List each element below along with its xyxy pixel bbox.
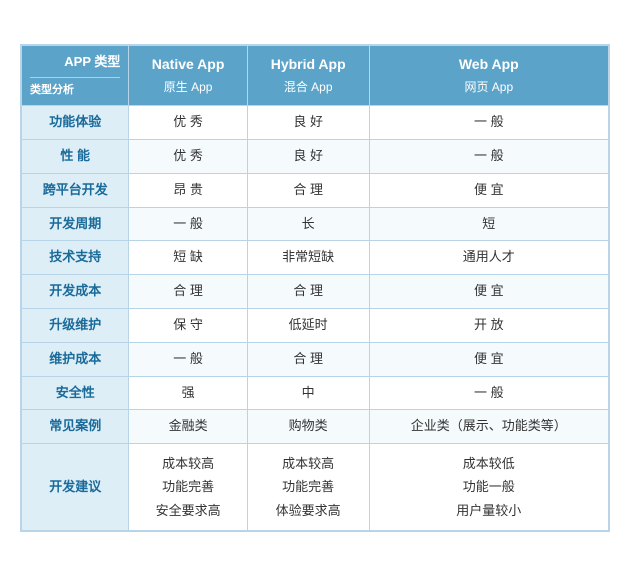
data-cell: 强 (129, 376, 247, 410)
col-header-web: Web App 网页 App (369, 45, 608, 105)
comparison-table: APP 类型 类型分析 Native App 原生 App Hybrid App 混… (20, 44, 610, 533)
data-cell: 非常短缺 (247, 241, 369, 275)
cell-line: 成本较高 (252, 452, 365, 475)
data-cell: 一 般 (129, 207, 247, 241)
table-row: 技术支持短 缺非常短缺通用人才 (22, 241, 609, 275)
data-cell: 购物类 (247, 410, 369, 444)
row-label: 维护成本 (22, 342, 129, 376)
data-cell: 优 秀 (129, 139, 247, 173)
table-row: 维护成本一 般合 理便 宜 (22, 342, 609, 376)
data-cell: 一 般 (369, 106, 608, 140)
col-header-hybrid: Hybrid App 混合 App (247, 45, 369, 105)
row-label: 开发周期 (22, 207, 129, 241)
data-cell: 短 缺 (129, 241, 247, 275)
data-cell: 企业类（展示、功能类等） (369, 410, 608, 444)
header-row: APP 类型 类型分析 Native App 原生 App Hybrid App 混… (22, 45, 609, 105)
table-row: 常见案例金融类购物类企业类（展示、功能类等） (22, 410, 609, 444)
data-cell: 合 理 (247, 342, 369, 376)
row-label: 开发建议 (22, 444, 129, 531)
data-cell: 一 般 (369, 139, 608, 173)
cell-line: 功能一般 (374, 475, 604, 498)
table-row: 升级维护保 守低延时开 放 (22, 308, 609, 342)
row-label: 技术支持 (22, 241, 129, 275)
cell-line: 功能完善 (133, 475, 242, 498)
row-label: 升级维护 (22, 308, 129, 342)
data-cell: 开 放 (369, 308, 608, 342)
col-header-main-0: Native App (152, 56, 225, 72)
col-header-native: Native App 原生 App (129, 45, 247, 105)
data-cell: 中 (247, 376, 369, 410)
table-row: 跨平台开发昂 贵合 理便 宜 (22, 173, 609, 207)
table-row: 开发周期一 般长短 (22, 207, 609, 241)
table-row: 性 能优 秀良 好一 般 (22, 139, 609, 173)
data-cell: 良 好 (247, 139, 369, 173)
data-cell: 金融类 (129, 410, 247, 444)
table-row: 开发成本合 理合 理便 宜 (22, 275, 609, 309)
col-header-main-2: Web App (459, 56, 519, 72)
data-cell: 长 (247, 207, 369, 241)
table-row: 开发建议成本较高功能完善安全要求高成本较高功能完善体验要求高成本较低功能一般用户… (22, 444, 609, 531)
corner-top-text: APP 类型 (30, 52, 120, 73)
data-cell: 良 好 (247, 106, 369, 140)
cell-line: 安全要求高 (133, 499, 242, 522)
data-cell: 昂 贵 (129, 173, 247, 207)
row-label: 安全性 (22, 376, 129, 410)
data-cell: 优 秀 (129, 106, 247, 140)
row-label: 开发成本 (22, 275, 129, 309)
data-cell: 通用人才 (369, 241, 608, 275)
data-cell: 合 理 (129, 275, 247, 309)
row-label: 性 能 (22, 139, 129, 173)
corner-bottom-text: 类型分析 (30, 82, 120, 100)
data-cell: 合 理 (247, 275, 369, 309)
data-cell: 短 (369, 207, 608, 241)
data-cell: 成本较高功能完善安全要求高 (129, 444, 247, 531)
data-cell: 一 般 (129, 342, 247, 376)
data-cell: 低延时 (247, 308, 369, 342)
row-label: 常见案例 (22, 410, 129, 444)
cell-line: 成本较低 (374, 452, 604, 475)
col-header-sub-1: 混合 App (284, 80, 333, 94)
data-cell: 合 理 (247, 173, 369, 207)
row-label: 跨平台开发 (22, 173, 129, 207)
data-cell: 一 般 (369, 376, 608, 410)
cell-line: 成本较高 (133, 452, 242, 475)
corner-header: APP 类型 类型分析 (22, 45, 129, 105)
data-cell: 便 宜 (369, 275, 608, 309)
cell-line: 用户量较小 (374, 499, 604, 522)
cell-line: 体验要求高 (252, 499, 365, 522)
data-cell: 成本较低功能一般用户量较小 (369, 444, 608, 531)
data-cell: 便 宜 (369, 173, 608, 207)
table-body: 功能体验优 秀良 好一 般性 能优 秀良 好一 般跨平台开发昂 贵合 理便 宜开… (22, 106, 609, 531)
table-row: 功能体验优 秀良 好一 般 (22, 106, 609, 140)
col-header-sub-0: 原生 App (164, 80, 213, 94)
data-cell: 成本较高功能完善体验要求高 (247, 444, 369, 531)
data-cell: 便 宜 (369, 342, 608, 376)
row-label: 功能体验 (22, 106, 129, 140)
cell-line: 功能完善 (252, 475, 365, 498)
col-header-main-1: Hybrid App (271, 56, 346, 72)
col-header-sub-2: 网页 App (464, 80, 513, 94)
table-row: 安全性强中一 般 (22, 376, 609, 410)
data-cell: 保 守 (129, 308, 247, 342)
